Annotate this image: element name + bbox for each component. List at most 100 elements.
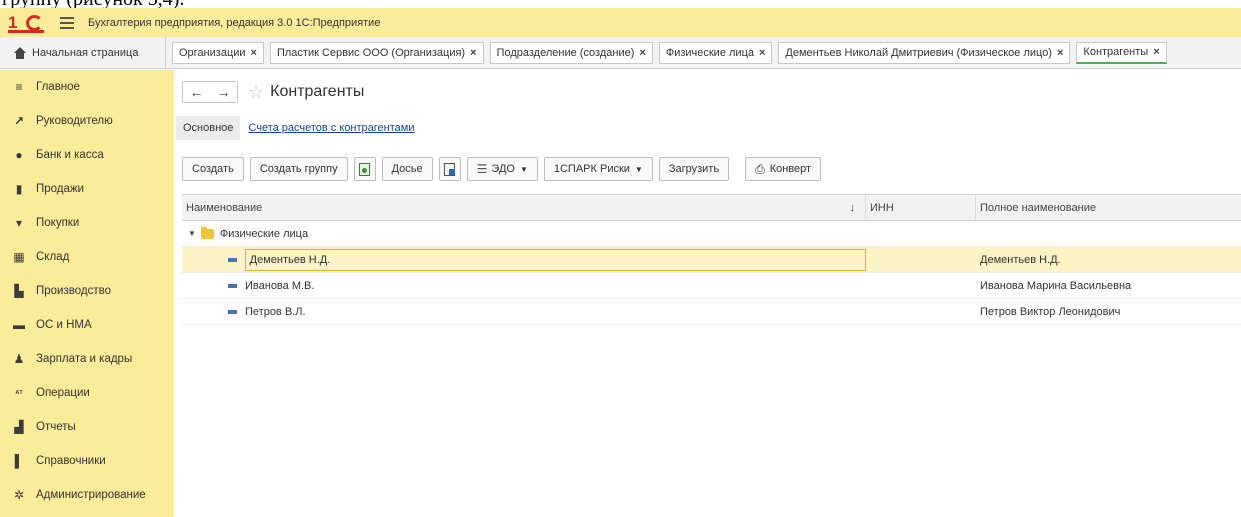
sidebar-item-purchases[interactable]: ▾ Покупки <box>0 206 174 240</box>
table-row[interactable]: Иванова М.В. Иванова Марина Васильевна <box>182 273 1241 299</box>
spark-button[interactable]: 1СПАРК Риски ▼ <box>543 157 653 181</box>
history-nav: ← → <box>182 81 238 103</box>
close-icon[interactable]: × <box>1057 47 1063 59</box>
close-icon[interactable]: × <box>251 47 257 59</box>
tab-individuals[interactable]: Физические лица × <box>658 41 773 64</box>
folder-icon <box>200 226 214 239</box>
sidebar-item-main[interactable]: ≡ Главное <box>0 70 174 104</box>
tab-subdivision-create[interactable]: Подразделение (создание) × <box>489 41 653 64</box>
full-name-cell: Иванова Марина Васильевна <box>980 279 1132 292</box>
sidebar-item-directories[interactable]: ▌ Справочники <box>0 444 174 478</box>
sort-arrow-icon: ↓ <box>849 201 856 214</box>
report-button[interactable] <box>438 157 461 181</box>
favorite-star-icon[interactable]: ☆ <box>248 82 264 103</box>
sidebar-item-label: Производство <box>36 285 111 297</box>
sidebar-item-manager[interactable]: ↗ Руководителю <box>0 104 174 138</box>
cart-icon: ▾ <box>15 216 23 230</box>
close-icon[interactable]: × <box>639 47 645 59</box>
truck-icon: ▬ <box>13 318 25 332</box>
column-inn[interactable]: ИНН <box>866 195 976 220</box>
menu-lines-icon: ≡ <box>15 80 23 94</box>
warehouse-icon: ▦ <box>13 250 25 264</box>
column-full-name[interactable]: Полное наименование <box>976 195 1241 220</box>
sidebar-item-reports[interactable]: ▟ Отчеты <box>0 410 174 444</box>
subnav-accounts-link[interactable]: Счета расчетов с контрагентами <box>248 122 414 134</box>
subnav-main[interactable]: Основное <box>176 116 241 140</box>
bag-icon: ▮ <box>15 182 23 196</box>
group-row[interactable]: ▼ Физические лица <box>182 221 1241 247</box>
table-row[interactable]: Дементьев Н.Д. Дементьев Н.Д. <box>182 247 1241 273</box>
table-row[interactable]: Петров В.Л. Петров Виктор Леонидович <box>182 299 1241 325</box>
home-icon <box>14 46 26 59</box>
close-icon[interactable]: × <box>759 47 765 59</box>
counterparties-table: Наименование ↓ ИНН Полное наименование ▼ Ф… <box>182 194 1241 325</box>
column-name[interactable]: Наименование ↓ <box>182 195 866 220</box>
create-group-button[interactable]: Создать группу <box>249 157 348 181</box>
tab-organizations[interactable]: Организации × <box>172 41 264 64</box>
tab-home-label: Начальная страница <box>32 46 139 59</box>
full-name-cell: Дементьев Н.Д. <box>980 253 1061 266</box>
sidebar-item-operations[interactable]: ᴬᵀ Операции <box>0 376 174 410</box>
tab-label: Организации <box>179 46 246 59</box>
sidebar-item-fixed-assets[interactable]: ▬ ОС и НМА <box>0 308 174 342</box>
item-dash-icon <box>228 309 237 314</box>
printer-icon: ⎙ <box>755 161 765 176</box>
main-content: ← → ☆ Контрагенты Основное Счета расчето… <box>174 70 1241 517</box>
edo-icon: ☰ <box>476 162 488 176</box>
create-button[interactable]: Создать <box>182 157 244 181</box>
edo-button[interactable]: ☰ ЭДО ▼ <box>466 157 538 181</box>
sidebar-item-label: Отчеты <box>36 421 76 433</box>
edo-label: ЭДО <box>491 163 515 175</box>
sidebar-item-sales[interactable]: ▮ Продажи <box>0 172 174 206</box>
tab-counterparties[interactable]: Контрагенты × <box>1076 41 1167 64</box>
column-header-label: Полное наименование <box>980 201 1096 214</box>
form-subnav: Основное Счета расчетов с контрагентами <box>176 116 415 140</box>
sidebar-item-label: Банк и касса <box>36 149 104 161</box>
app-title: Бухгалтерия предприятия, редакция 3.0 1С… <box>88 16 381 29</box>
sidebar-item-bank[interactable]: ● Банк и касса <box>0 138 174 172</box>
sidebar-item-salary[interactable]: ♟ Зарплата и кадры <box>0 342 174 376</box>
close-icon[interactable]: × <box>470 47 476 59</box>
sidebar-item-admin[interactable]: ✲ Администрирование <box>0 478 174 512</box>
close-icon[interactable]: × <box>1153 46 1159 58</box>
page-title: Контрагенты <box>270 83 365 100</box>
envelope-button[interactable]: ⎙ Конверт <box>745 157 822 181</box>
tab-dementyev[interactable]: Дементьев Николай Дмитриевич (Физическое… <box>778 41 1071 64</box>
item-dash-icon <box>228 257 237 262</box>
hamburger-menu-icon[interactable] <box>60 16 74 29</box>
document-add-icon <box>359 162 371 176</box>
sidebar-item-label: Покупки <box>36 217 80 229</box>
name-cell: Петров В.Л. <box>245 305 306 318</box>
column-header-label: ИНН <box>870 201 894 214</box>
sidebar: ≡ Главное ↗ Руководителю ● Банк и касса ▮ Пр… <box>0 70 174 517</box>
tab-label: Подразделение (создание) <box>496 46 635 59</box>
tab-home[interactable]: Начальная страница <box>0 36 166 69</box>
factory-icon: ▙ <box>14 284 24 298</box>
name-cell: Иванова М.В. <box>245 279 315 292</box>
group-label: Физические лица <box>219 227 309 240</box>
inn-cell <box>866 273 976 298</box>
sidebar-item-label: Продажи <box>36 183 85 195</box>
sidebar-item-warehouse[interactable]: ▦ Склад <box>0 240 174 274</box>
sidebar-item-label: ОС и НМА <box>36 319 92 331</box>
back-arrow-icon[interactable]: ← <box>183 82 210 102</box>
document-text: группу (рисунок 3,4). <box>2 0 184 8</box>
sidebar-item-label: Склад <box>36 251 70 263</box>
tab-plastic-service[interactable]: Пластик Сервис ООО (Организация) × <box>269 41 484 64</box>
load-button[interactable]: Загрузить <box>658 157 730 181</box>
envelope-label: Конверт <box>769 163 812 175</box>
column-header-label: Наименование <box>186 201 263 214</box>
sidebar-item-label: Операции <box>36 387 90 399</box>
toolbar: Создать Создать группу Досье ☰ ЭДО ▼ 1СПАР… <box>182 157 827 181</box>
tab-label: Пластик Сервис ООО (Организация) <box>276 46 466 59</box>
expand-triangle-icon[interactable]: ▼ <box>188 229 196 238</box>
forward-arrow-icon[interactable]: → <box>210 82 237 102</box>
sidebar-item-production[interactable]: ▙ Производство <box>0 274 174 308</box>
sidebar-item-label: Главное <box>36 81 80 93</box>
dossier-button[interactable]: Досье <box>381 157 433 181</box>
copy-document-button[interactable] <box>353 157 376 181</box>
nav-row: ← → ☆ Контрагенты <box>182 81 364 103</box>
gear-icon: ✲ <box>13 488 25 502</box>
table-header: Наименование ↓ ИНН Полное наименование <box>182 194 1241 221</box>
sidebar-item-label: Администрирование <box>36 489 146 501</box>
